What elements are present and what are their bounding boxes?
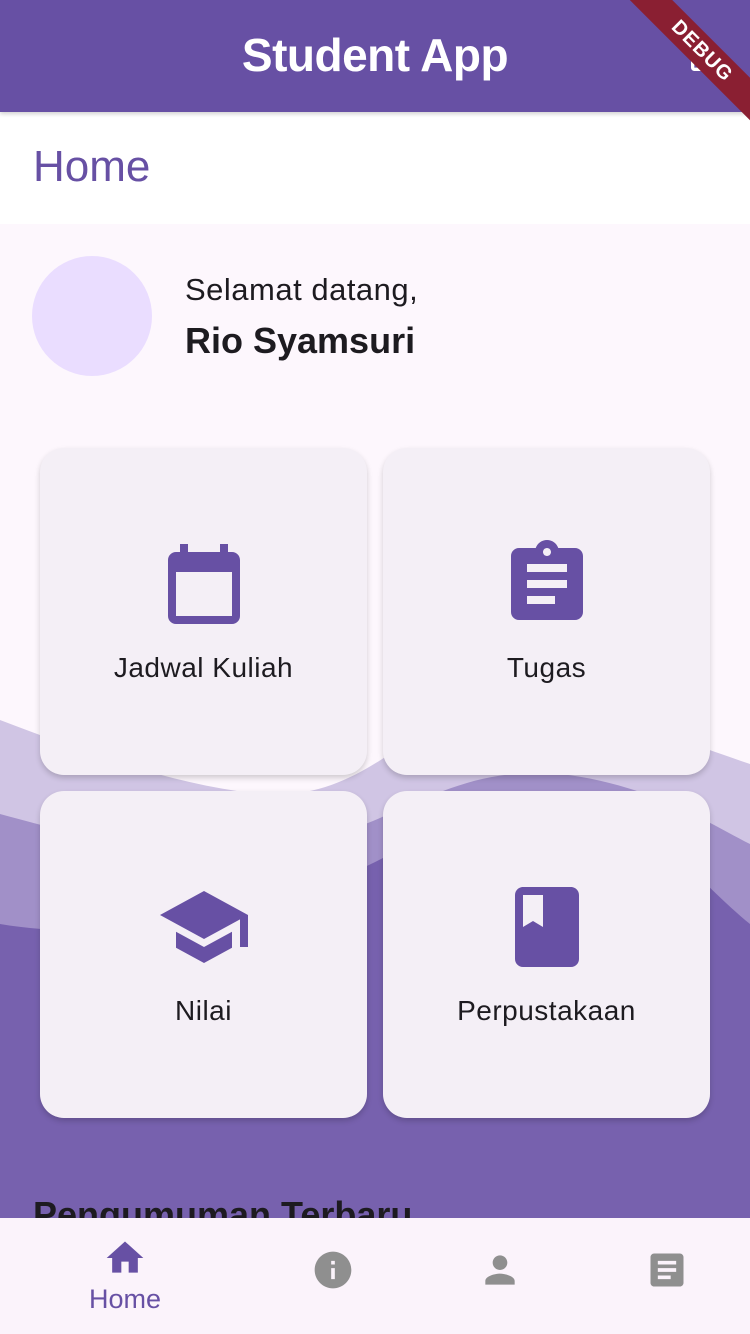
- nav-item-articles[interactable]: [577, 1218, 750, 1334]
- person-icon: [410, 1248, 590, 1297]
- screen: Student App DEBUG Home Selamat datang, R…: [0, 0, 750, 1334]
- menu-card-label: Jadwal Kuliah: [113, 652, 294, 683]
- home-icon: [35, 1236, 215, 1285]
- menu-card-label: Perpustakaan: [457, 995, 636, 1026]
- graduation-cap-icon: [40, 879, 367, 975]
- user-name: Rio Syamsuri: [185, 320, 416, 361]
- book-icon: [383, 879, 710, 975]
- nav-item-home[interactable]: Home: [35, 1218, 215, 1334]
- avatar: [32, 256, 152, 376]
- home-content: Selamat datang, Rio Syamsuri Jadwal Kuli…: [0, 224, 750, 1218]
- menu-card-jadwal-kuliah[interactable]: Jadwal Kuliah: [40, 448, 367, 775]
- clipboard-icon: [383, 536, 710, 632]
- page-header: Home: [0, 112, 750, 224]
- nav-item-profile[interactable]: [410, 1218, 590, 1334]
- welcome-text: Selamat datang,: [185, 272, 419, 307]
- bottom-nav: Home: [0, 1218, 750, 1334]
- calendar-icon: [40, 536, 367, 632]
- menu-card-label: Tugas: [506, 652, 587, 683]
- menu-card-label: Nilai: [175, 995, 232, 1026]
- menu-card-nilai[interactable]: Nilai: [40, 791, 367, 1118]
- article-icon: [577, 1248, 750, 1297]
- nav-item-info[interactable]: [243, 1218, 423, 1334]
- menu-card-perpustakaan[interactable]: Perpustakaan: [383, 791, 710, 1118]
- app-bar: Student App DEBUG: [0, 0, 750, 140]
- page-title: Home: [33, 142, 151, 191]
- announcements-title: Pengumuman Terbaru: [33, 1194, 413, 1218]
- app-title: Student App: [241, 29, 509, 81]
- greeting-section: Selamat datang, Rio Syamsuri: [0, 224, 750, 404]
- info-icon: [243, 1248, 423, 1297]
- nav-label-home: Home: [88, 1284, 162, 1314]
- menu-card-tugas[interactable]: Tugas: [383, 448, 710, 775]
